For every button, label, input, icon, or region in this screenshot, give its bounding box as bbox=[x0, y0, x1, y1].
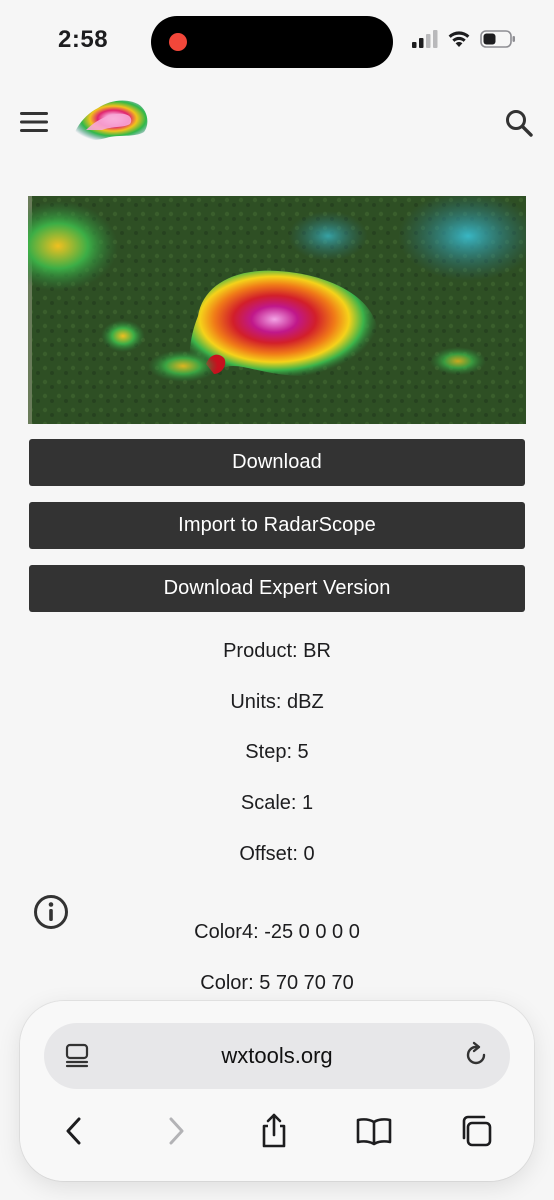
product-text: Product: BR bbox=[223, 640, 331, 662]
book-icon bbox=[356, 1118, 392, 1146]
reload-icon[interactable] bbox=[462, 1041, 490, 1069]
recording-indicator-icon bbox=[169, 33, 187, 51]
status-icons bbox=[412, 30, 516, 48]
browser-toolbar: wxtools.org bbox=[20, 1001, 534, 1181]
page: 2:58 Download Import to RadarScope Downl… bbox=[0, 0, 554, 1200]
battery-icon bbox=[480, 30, 515, 48]
share-button[interactable] bbox=[252, 1109, 296, 1153]
bookmarks-button[interactable] bbox=[352, 1109, 396, 1153]
scale-text: Scale: 1 bbox=[240, 792, 314, 814]
tabs-button[interactable] bbox=[454, 1109, 498, 1153]
radar-reflectivity-graphic bbox=[28, 196, 526, 424]
browser-nav-row bbox=[20, 1109, 534, 1153]
status-bar: 2:58 bbox=[0, 0, 554, 84]
site-header bbox=[0, 92, 554, 152]
download-button[interactable]: Download bbox=[29, 439, 525, 486]
status-time: 2:58 bbox=[58, 26, 109, 53]
address-bar[interactable]: wxtools.org bbox=[44, 1023, 510, 1089]
units-text: Units: dBZ bbox=[230, 691, 324, 713]
chevron-right-icon bbox=[169, 1117, 184, 1145]
color4-text: Color4: -25 0 0 0 0 bbox=[194, 921, 360, 943]
offset-text: Offset: 0 bbox=[239, 843, 315, 865]
import-radarscope-button[interactable]: Import to RadarScope bbox=[29, 502, 525, 549]
download-expert-button[interactable]: Download Expert Version bbox=[29, 565, 525, 612]
dynamic-island bbox=[151, 16, 393, 68]
url-text[interactable]: wxtools.org bbox=[44, 1043, 510, 1069]
radar-image bbox=[28, 196, 526, 424]
back-button[interactable] bbox=[52, 1109, 96, 1153]
wifi-icon bbox=[448, 31, 470, 47]
search-icon[interactable] bbox=[504, 108, 534, 138]
tabs-icon bbox=[462, 1115, 492, 1147]
radar-logo-icon[interactable] bbox=[68, 94, 152, 144]
cellular-signal-icon bbox=[412, 30, 438, 48]
forward-button[interactable] bbox=[154, 1109, 198, 1153]
color-text: Color: 5 70 70 70 bbox=[200, 972, 354, 994]
hamburger-menu-icon[interactable] bbox=[20, 110, 48, 134]
chevron-left-icon bbox=[66, 1117, 81, 1145]
step-text: Step: 5 bbox=[245, 741, 309, 763]
share-icon bbox=[262, 1113, 286, 1148]
